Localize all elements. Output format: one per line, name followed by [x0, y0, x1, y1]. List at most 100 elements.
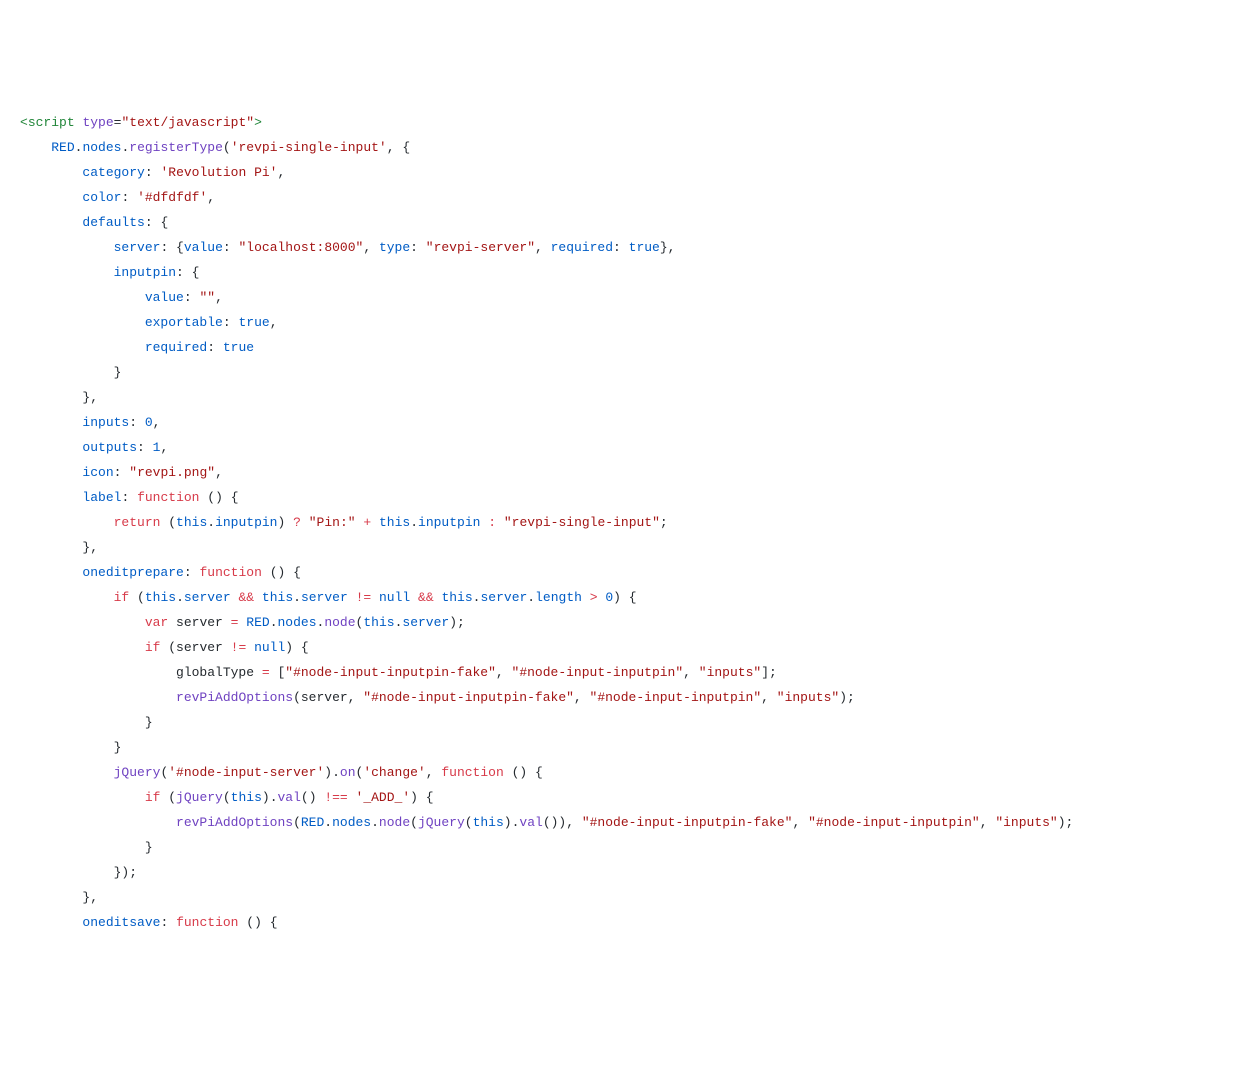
code-token: function [441, 765, 503, 780]
code-token [20, 315, 145, 330]
code-line: } [20, 835, 1234, 860]
code-token: : [184, 565, 192, 580]
code-token: ); [839, 690, 855, 705]
code-token: > [254, 115, 262, 130]
code-token [145, 440, 153, 455]
code-token: required [145, 340, 207, 355]
code-line: } [20, 710, 1234, 735]
code-token: server [301, 590, 348, 605]
code-token: , [363, 240, 379, 255]
code-token: ( [160, 515, 176, 530]
code-token: != [231, 640, 247, 655]
code-token: , [761, 690, 777, 705]
code-token [168, 915, 176, 930]
code-token: 0 [605, 590, 613, 605]
code-token: . [410, 515, 418, 530]
code-token [371, 515, 379, 530]
code-token: server [480, 590, 527, 605]
code-token: ( [129, 590, 145, 605]
code-line: } [20, 360, 1234, 385]
code-token [129, 190, 137, 205]
code-token: this [363, 615, 394, 630]
code-token [20, 490, 82, 505]
code-token [254, 590, 262, 605]
code-token: { [184, 265, 200, 280]
code-token: , [207, 190, 215, 205]
code-token: . [371, 815, 379, 830]
code-line: }, [20, 535, 1234, 560]
code-line: }, [20, 885, 1234, 910]
code-line: inputs: 0, [20, 410, 1234, 435]
code-token: ; [660, 515, 668, 530]
code-token: exportable [145, 315, 223, 330]
code-line: var server = RED.nodes.node(this.server)… [20, 610, 1234, 635]
code-token: : [184, 290, 192, 305]
code-token [20, 415, 82, 430]
code-token: != [356, 590, 372, 605]
code-token: (server [160, 640, 230, 655]
code-token: [ [270, 665, 286, 680]
code-token: oneditprepare [82, 565, 183, 580]
code-token: inputpin [114, 265, 176, 280]
code-token: 'change' [363, 765, 425, 780]
code-token: '#node-input-server' [168, 765, 324, 780]
code-token: inputpin [215, 515, 277, 530]
code-token: }, [20, 890, 98, 905]
code-token: : [223, 240, 231, 255]
code-token: value [184, 240, 223, 255]
code-token: "inputs" [777, 690, 839, 705]
code-token: outputs [82, 440, 137, 455]
code-token: true [223, 340, 254, 355]
code-line: revPiAddOptions(server, "#node-input-inp… [20, 685, 1234, 710]
code-line: category: 'Revolution Pi', [20, 160, 1234, 185]
code-token: ). [262, 790, 278, 805]
code-token: this [379, 515, 410, 530]
code-token: RED [301, 815, 324, 830]
code-token: on [340, 765, 356, 780]
code-token [20, 515, 114, 530]
code-token: ]; [761, 665, 777, 680]
code-token: : [223, 315, 231, 330]
code-token: , [215, 465, 223, 480]
code-token: : [129, 415, 137, 430]
code-line: }, [20, 385, 1234, 410]
code-token: 'revpi-single-input' [231, 140, 387, 155]
code-token [20, 190, 82, 205]
code-token: true [629, 240, 660, 255]
code-token: , [535, 240, 551, 255]
code-token [20, 465, 82, 480]
code-token: this [176, 515, 207, 530]
code-token: "inputs" [699, 665, 761, 680]
code-token: "" [199, 290, 215, 305]
code-token: 'Revolution Pi' [160, 165, 277, 180]
code-line: oneditsave: function () { [20, 910, 1234, 935]
code-token [20, 340, 145, 355]
code-token: inputpin [418, 515, 480, 530]
code-token [371, 590, 379, 605]
code-line: defaults: { [20, 210, 1234, 235]
code-token: , [278, 165, 286, 180]
code-token: : [145, 165, 153, 180]
code-token: "localhost:8000" [239, 240, 364, 255]
code-token: , [153, 415, 161, 430]
code-token: "#node-input-inputpin" [512, 665, 684, 680]
code-token: function [199, 565, 261, 580]
code-token: , [160, 440, 168, 455]
code-token: ( [223, 140, 231, 155]
code-token: { [168, 240, 184, 255]
code-token: () { [238, 915, 277, 930]
code-line: }); [20, 860, 1234, 885]
code-token [20, 815, 176, 830]
code-line: icon: "revpi.png", [20, 460, 1234, 485]
code-token: , [270, 315, 278, 330]
code-token: , [426, 765, 442, 780]
code-line: exportable: true, [20, 310, 1234, 335]
code-token: registerType [129, 140, 223, 155]
code-line: outputs: 1, [20, 435, 1234, 460]
code-token: "revpi.png" [129, 465, 215, 480]
code-token: , { [387, 140, 410, 155]
code-token [20, 265, 114, 280]
code-line: } [20, 735, 1234, 760]
code-token: "Pin:" [309, 515, 356, 530]
code-token: null [379, 590, 410, 605]
